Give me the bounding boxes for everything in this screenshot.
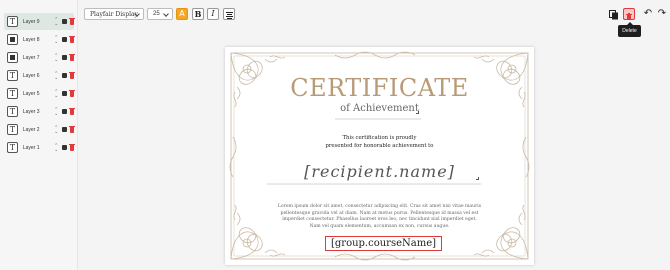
reorder-arrows[interactable]: ⌃ ⌄ <box>53 53 59 62</box>
shape-layer-icon <box>7 34 18 45</box>
layer-name[interactable]: Layer 5 <box>23 91 49 97</box>
trash-icon[interactable] <box>69 53 75 61</box>
shape-layer-icon <box>7 52 18 63</box>
chevron-down-icon[interactable]: ⌄ <box>54 129 58 134</box>
copy-icon[interactable] <box>62 91 68 96</box>
redo-icon: ↷ <box>657 8 667 19</box>
layer-row[interactable]: Layer 8 ⌃ ⌄ <box>4 31 75 48</box>
trash-icon[interactable] <box>69 35 75 43</box>
chevron-down-icon[interactable]: ⌄ <box>54 75 58 80</box>
font-size-value: 25 <box>153 11 160 17</box>
chevron-down-icon[interactable]: ⌄ <box>54 21 58 26</box>
layer-row[interactable]: T Layer 2 ⌃ ⌄ <box>4 121 75 138</box>
text-color-button[interactable]: A <box>176 8 188 20</box>
layer-name[interactable]: Layer 3 <box>23 109 49 115</box>
layer-name[interactable]: Layer 9 <box>23 19 49 25</box>
layer-row[interactable]: T Layer 6 ⌃ ⌄ <box>4 67 75 84</box>
text-layer-icon: T <box>7 142 18 153</box>
certificate-title[interactable]: CERTIFICATE <box>225 74 534 102</box>
trash-icon[interactable] <box>69 143 75 151</box>
layer-row[interactable]: Layer 7 ⌃ ⌄ <box>4 49 75 66</box>
reorder-arrows[interactable]: ⌃ ⌄ <box>53 125 59 134</box>
reorder-arrows[interactable]: ⌃ ⌄ <box>53 17 59 26</box>
copy-icon[interactable] <box>62 145 68 150</box>
certificate-body[interactable]: This certification is proudly presented … <box>225 134 534 150</box>
layers-panel: T Layer 9 ⌃ ⌄ Layer 8 ⌃ ⌄ Layer 7 ⌃ ⌄ T Layer 6 ⌃ ⌄ T L… <box>0 0 78 270</box>
chevron-down-icon <box>163 11 169 17</box>
layer-name[interactable]: Layer 2 <box>23 127 49 133</box>
undo-icon: ↶ <box>643 8 653 19</box>
layer-name[interactable]: Layer 7 <box>23 55 49 61</box>
reorder-arrows[interactable]: ⌃ ⌄ <box>53 35 59 44</box>
align-center-icon <box>224 9 234 19</box>
font-size-select[interactable]: 25 <box>147 8 173 20</box>
delete-tooltip: Delete <box>618 22 641 37</box>
copy-icon[interactable] <box>62 55 68 60</box>
chevron-down-icon[interactable]: ⌄ <box>54 57 58 62</box>
layer-row[interactable]: T Layer 1 ⌃ ⌄ <box>4 139 75 156</box>
chevron-down-icon[interactable]: ⌄ <box>54 93 58 98</box>
trash-icon[interactable] <box>69 125 75 133</box>
certificate-description[interactable]: Lorem ipsum dolor sit amet, consectetur … <box>277 204 482 230</box>
bold-button[interactable]: B <box>192 8 204 20</box>
reorder-arrows[interactable]: ⌃ ⌄ <box>53 89 59 98</box>
chevron-down-icon[interactable]: ⌄ <box>54 111 58 116</box>
text-layer-icon: T <box>7 70 18 81</box>
recipient-name[interactable]: [recipient.name] <box>225 162 534 181</box>
certificate-subtitle[interactable]: of Achievement <box>225 103 534 114</box>
copy-icon <box>609 10 618 20</box>
trash-icon[interactable] <box>69 17 75 25</box>
delete-button[interactable] <box>623 8 635 20</box>
body-line-2: presented for honorable achievement to <box>325 143 434 149</box>
chevron-down-icon[interactable]: ⌄ <box>54 39 58 44</box>
text-layer-icon: T <box>7 88 18 99</box>
course-name-field[interactable]: [group.courseName] <box>325 236 442 251</box>
italic-button[interactable]: I <box>207 8 219 20</box>
bold-icon: B <box>194 9 202 19</box>
trash-icon <box>626 13 632 20</box>
text-color-icon: A <box>179 9 185 18</box>
duplicate-button[interactable] <box>608 8 620 20</box>
layer-row[interactable]: T Layer 3 ⌃ ⌄ <box>4 103 75 120</box>
trash-icon[interactable] <box>69 89 75 97</box>
trash-icon[interactable] <box>69 71 75 79</box>
font-family-select[interactable]: Playfair Display <box>84 8 144 20</box>
reorder-arrows[interactable]: ⌃ ⌄ <box>53 143 59 152</box>
text-layer-icon: T <box>7 16 18 27</box>
text-layer-icon: T <box>7 124 18 135</box>
layer-row[interactable]: T Layer 9 ⌃ ⌄ <box>4 13 75 30</box>
chevron-down-icon[interactable]: ⌄ <box>54 147 58 152</box>
copy-icon[interactable] <box>62 109 68 114</box>
body-line-1: This certification is proudly <box>342 135 417 141</box>
reorder-arrows[interactable]: ⌃ ⌄ <box>53 107 59 116</box>
resize-handle[interactable] <box>476 177 479 180</box>
trash-icon[interactable] <box>69 107 75 115</box>
layer-row[interactable]: T Layer 5 ⌃ ⌄ <box>4 85 75 102</box>
undo-button[interactable]: ↶ <box>642 8 654 20</box>
italic-icon: I <box>211 9 215 18</box>
copy-icon[interactable] <box>62 73 68 78</box>
layer-name[interactable]: Layer 6 <box>23 73 49 79</box>
font-family-value: Playfair Display <box>90 10 138 18</box>
text-layer-icon: T <box>7 106 18 117</box>
align-center-button[interactable] <box>223 8 235 20</box>
copy-icon[interactable] <box>62 127 68 132</box>
copy-icon[interactable] <box>62 37 68 42</box>
layer-name[interactable]: Layer 1 <box>23 145 49 151</box>
resize-handle[interactable] <box>416 111 419 114</box>
certificate-canvas[interactable]: CERTIFICATE of Achievement This certific… <box>225 47 534 265</box>
redo-button[interactable]: ↷ <box>656 8 668 20</box>
certificate-editor: T Layer 9 ⌃ ⌄ Layer 8 ⌃ ⌄ Layer 7 ⌃ ⌄ T Layer 6 ⌃ ⌄ T L… <box>0 0 670 270</box>
layer-name[interactable]: Layer 8 <box>23 37 49 43</box>
reorder-arrows[interactable]: ⌃ ⌄ <box>53 71 59 80</box>
copy-icon[interactable] <box>62 19 68 24</box>
